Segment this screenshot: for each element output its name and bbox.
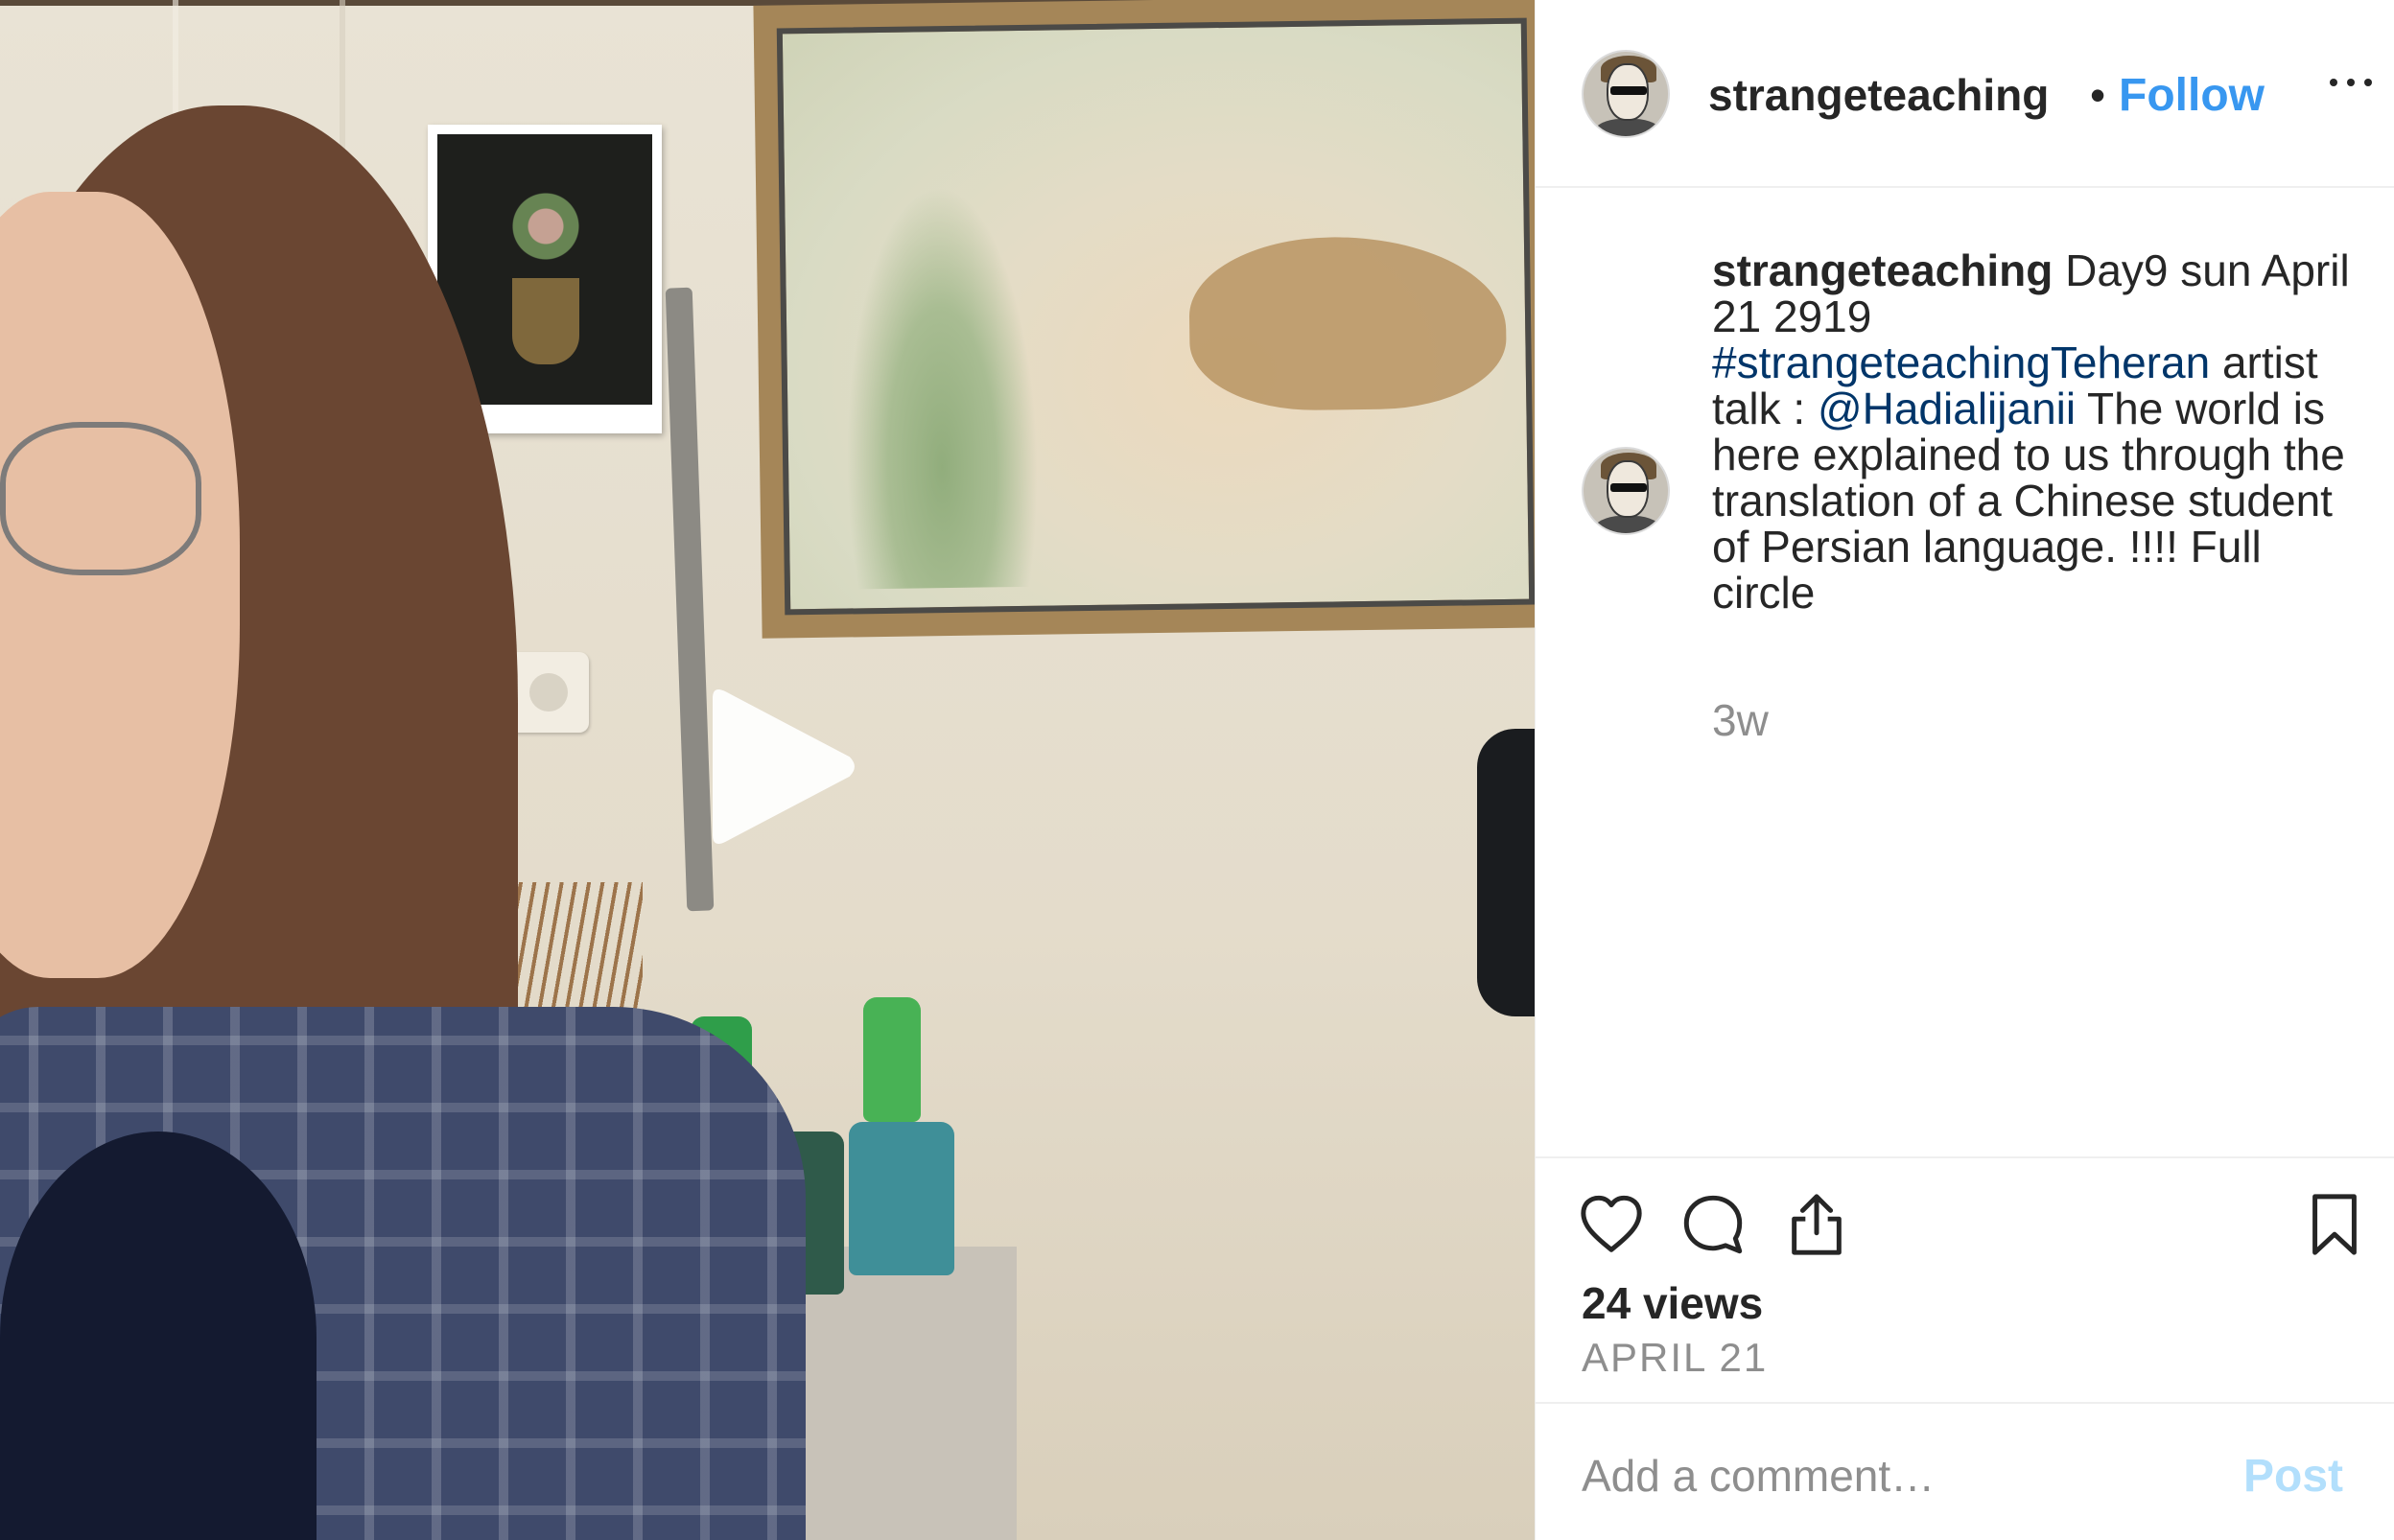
share-icon[interactable]	[1783, 1191, 1850, 1258]
heart-icon[interactable]	[1578, 1191, 1645, 1258]
post-date: APRIL 21	[1582, 1335, 1769, 1380]
hashtag-link[interactable]: #strangeteachingTeheran	[1712, 338, 2210, 387]
post-details-panel: strangeteaching • Follow strangeteaching…	[1535, 0, 2394, 1540]
play-icon[interactable]	[696, 683, 859, 851]
post-header: strangeteaching • Follow	[1536, 0, 2394, 188]
comment-icon[interactable]	[1679, 1191, 1747, 1258]
post-actions: 24 views APRIL 21	[1536, 1156, 2394, 1402]
more-horizontal-icon[interactable]	[2326, 54, 2383, 111]
wall-painting	[753, 0, 1535, 639]
caption-timestamp[interactable]: 3w	[1712, 694, 1769, 746]
comment-bar: Post	[1536, 1402, 2394, 1540]
bookmark-icon[interactable]	[2301, 1191, 2368, 1258]
separator-dot: •	[2090, 70, 2106, 120]
follow-button[interactable]: Follow	[2119, 69, 2265, 122]
mention-link[interactable]: @Hadialijanii	[1818, 384, 2076, 433]
comment-input[interactable]	[1582, 1442, 2195, 1509]
post-comment-button[interactable]: Post	[2243, 1450, 2343, 1503]
username-link[interactable]: strangeteaching	[1708, 69, 2084, 121]
post-video[interactable]	[0, 0, 1535, 1540]
caption-text: strangeteaching Day9 sun April 21 2919 #…	[1712, 247, 2374, 616]
views-count[interactable]: 24 views	[1582, 1277, 1763, 1329]
avatar[interactable]	[1582, 50, 1670, 138]
caption-username-link[interactable]: strangeteaching	[1712, 245, 2053, 295]
caption-avatar[interactable]	[1582, 447, 1670, 535]
caption-area: strangeteaching Day9 sun April 21 2919 #…	[1536, 188, 2394, 1156]
